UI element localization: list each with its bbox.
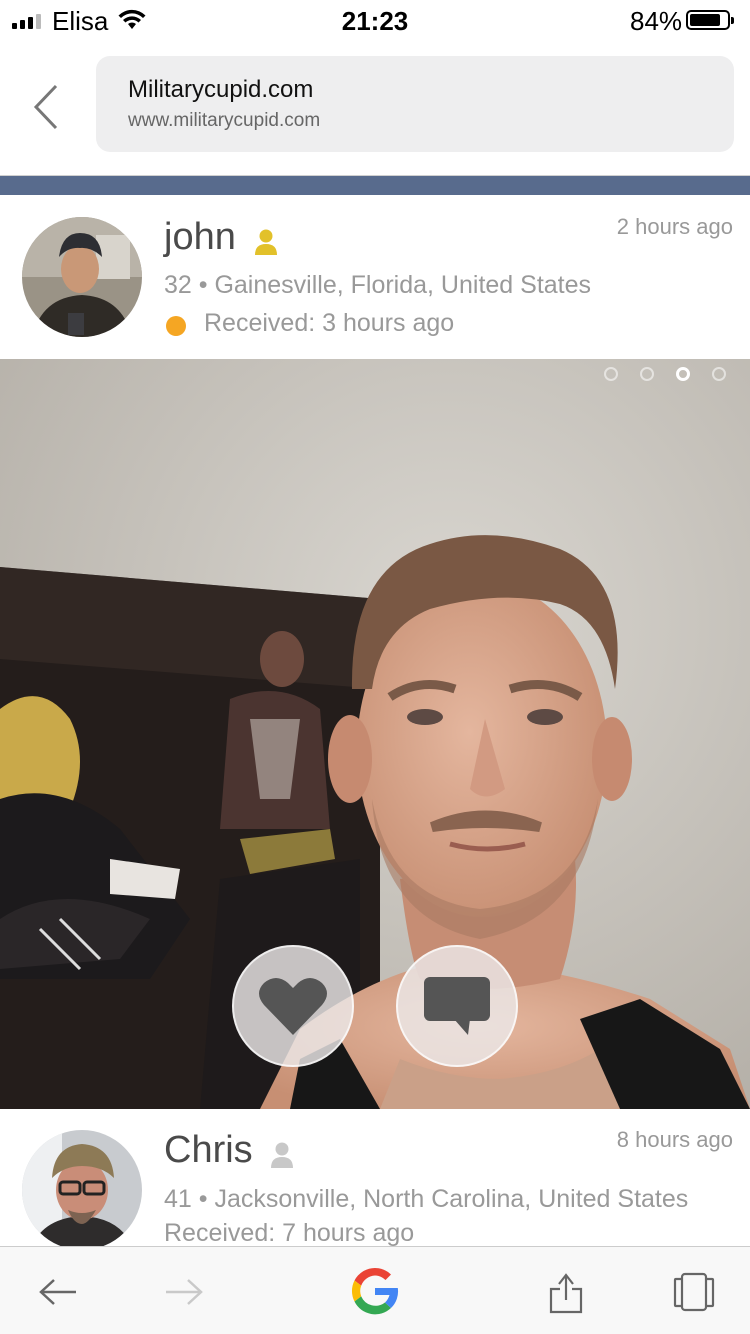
avatar[interactable] bbox=[22, 1130, 142, 1246]
share-button[interactable] bbox=[546, 1265, 586, 1319]
address-bar[interactable]: Militarycupid.com www.militarycupid.com bbox=[96, 56, 734, 152]
browser-toolbar bbox=[0, 1246, 750, 1334]
google-logo-icon bbox=[351, 1268, 399, 1315]
pagination-dot[interactable] bbox=[640, 367, 654, 381]
header-band bbox=[0, 176, 750, 195]
user-icon bbox=[255, 229, 277, 255]
profile-card-header[interactable]: john 2 hours ago 32 • Gainesville, Flori… bbox=[0, 196, 750, 359]
pagination-dot[interactable] bbox=[604, 367, 618, 381]
arrow-right-icon bbox=[166, 1279, 203, 1305]
like-button[interactable] bbox=[232, 945, 354, 1067]
tabs-button[interactable] bbox=[672, 1265, 716, 1319]
profile-time-ago: 2 hours ago bbox=[616, 214, 733, 239]
arrow-left-icon bbox=[39, 1279, 76, 1305]
profile-photo[interactable] bbox=[0, 359, 750, 1109]
screen: Elisa 21:23 84% Militarycupid.com www.mi… bbox=[0, 0, 750, 1334]
profile-time-ago: 8 hours ago bbox=[616, 1127, 733, 1152]
google-button[interactable] bbox=[343, 1259, 407, 1323]
profile-location: 32 • Gainesville, Florida, United States bbox=[164, 271, 592, 299]
heart-icon bbox=[259, 978, 327, 1035]
browser-nav-bar: Militarycupid.com www.militarycupid.com bbox=[0, 40, 750, 176]
photo-pagination bbox=[604, 367, 726, 381]
message-button[interactable] bbox=[396, 945, 518, 1067]
profile-photo-image bbox=[0, 359, 750, 1109]
profile-card-header[interactable]: Chris 8 hours ago 41 • Jacksonville, Nor… bbox=[0, 1109, 750, 1246]
status-bar: Elisa 21:23 84% bbox=[0, 0, 750, 40]
avatar-photo bbox=[22, 1130, 142, 1246]
received-time: Received: 7 hours ago bbox=[164, 1219, 415, 1246]
site-title: Militarycupid.com bbox=[128, 76, 314, 103]
received-time: Received: 3 hours ago bbox=[204, 309, 455, 337]
chevron-left-icon bbox=[33, 84, 58, 130]
browser-forward-button[interactable] bbox=[162, 1265, 206, 1319]
online-status-dot bbox=[166, 316, 186, 336]
avatar[interactable] bbox=[22, 217, 142, 337]
profile-name[interactable]: john bbox=[164, 216, 236, 259]
user-icon bbox=[271, 1142, 293, 1168]
share-icon bbox=[549, 1273, 583, 1314]
profile-name[interactable]: Chris bbox=[164, 1129, 253, 1172]
pagination-dot-active[interactable] bbox=[676, 367, 690, 381]
chat-bubble-icon bbox=[424, 977, 490, 1035]
site-url: www.militarycupid.com bbox=[128, 110, 321, 131]
tabs-icon bbox=[673, 1272, 715, 1312]
battery-percent: 84% bbox=[630, 6, 683, 36]
avatar-photo bbox=[22, 217, 142, 337]
profile-location: 41 • Jacksonville, North Carolina, Unite… bbox=[164, 1185, 689, 1213]
battery-icon bbox=[686, 10, 734, 30]
browser-back-button[interactable] bbox=[36, 1265, 80, 1319]
pagination-dot[interactable] bbox=[712, 367, 726, 381]
back-button[interactable] bbox=[28, 82, 64, 132]
